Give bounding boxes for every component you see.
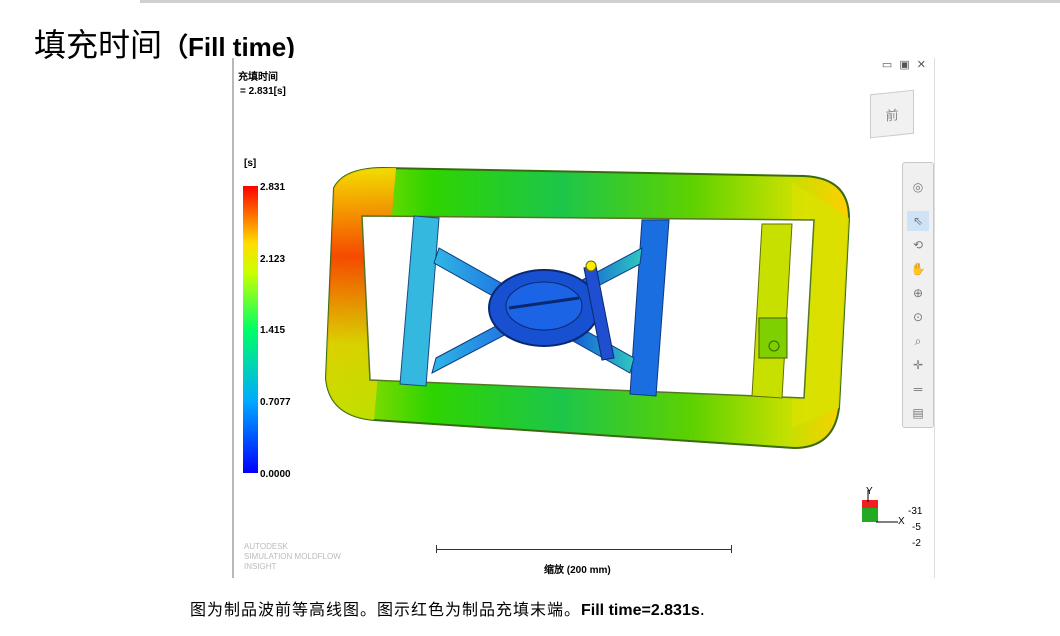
zoom-window-icon[interactable]: ⊙ (907, 307, 929, 327)
caption-chinese: 图为制品波前等高线图。图示红色为制品充填末端。 (190, 600, 582, 619)
window-controls[interactable]: ▭ ▣ ✕ (882, 58, 928, 71)
select-pointer-icon[interactable]: ⇖ (907, 211, 929, 231)
caption-fill-time: Fill time=2.831s (581, 602, 700, 619)
fill-time-part-model[interactable] (304, 158, 864, 478)
scale-bar-label: 缩放 (200 mm) (544, 565, 611, 576)
result-value: = 2.831[s] (240, 86, 286, 97)
legend-tick-2: 2.123 (260, 254, 286, 265)
brand-line-3: INSIGHT (244, 562, 277, 571)
legend-tick-4: 0.7077 (260, 397, 291, 408)
viewcube-face-label: 前 (885, 106, 899, 124)
navigation-toolbar: ◎ ⇖ ⟲ ✋ ⊕ ⊙ ⌕ ✛ ═ ▤ (902, 162, 934, 428)
clip-plane-icon[interactable]: ▤ (907, 403, 929, 423)
triad-y-label: Y (866, 486, 873, 497)
axis-triad: Y X -31 -5 -2 (856, 486, 936, 549)
legend-tick-max: 2.831 (260, 182, 286, 193)
scale-bar-tick-left (436, 545, 437, 553)
title-chinese: 填充时间 (34, 26, 163, 64)
triad-rot-1: -31 (908, 506, 923, 517)
pan-hand-icon[interactable]: ✋ (907, 259, 929, 279)
scale-bar-tick-right (731, 545, 732, 553)
result-name: 充填时间 (238, 72, 278, 83)
rotate-icon[interactable]: ⟲ (907, 235, 929, 255)
center-icon[interactable]: ✛ (907, 355, 929, 375)
color-scale-bar (243, 186, 258, 473)
slide-caption: 图为制品波前等高线图。图示红色为制品充填末端。Fill time=2.831s. (190, 596, 706, 620)
brand-line-1: AUTODESK (244, 542, 288, 551)
triad-cube-icon (862, 490, 898, 523)
triad-x-label: X (898, 516, 905, 527)
brand-watermark: AUTODESK SIMULATION MOLDFLOW INSIGHT (244, 542, 341, 572)
brand-line-2: SIMULATION MOLDFLOW (244, 552, 341, 561)
legend-tick-3: 1.415 (260, 325, 286, 336)
viewcube[interactable]: 前 (870, 89, 914, 139)
orbit-ring-icon[interactable]: ◎ (907, 177, 929, 197)
model-viewport[interactable]: ▭ ▣ ✕ 充填时间 = 2.831[s] [s] 2.831 2.123 1.… (232, 58, 935, 578)
legend-unit: [s] (244, 158, 257, 169)
legend-tick-min: 0.0000 (260, 469, 291, 480)
scale-bar-line (436, 549, 731, 550)
zoom-fit-icon[interactable]: ⌕ (907, 331, 929, 351)
zoom-icon[interactable]: ⊕ (907, 283, 929, 303)
measure-icon[interactable]: ═ (907, 379, 929, 399)
triad-rot-3: -2 (912, 538, 921, 549)
slide-top-rule (140, 0, 1060, 3)
caption-period: . (699, 600, 706, 619)
triad-rot-2: -5 (912, 522, 921, 533)
